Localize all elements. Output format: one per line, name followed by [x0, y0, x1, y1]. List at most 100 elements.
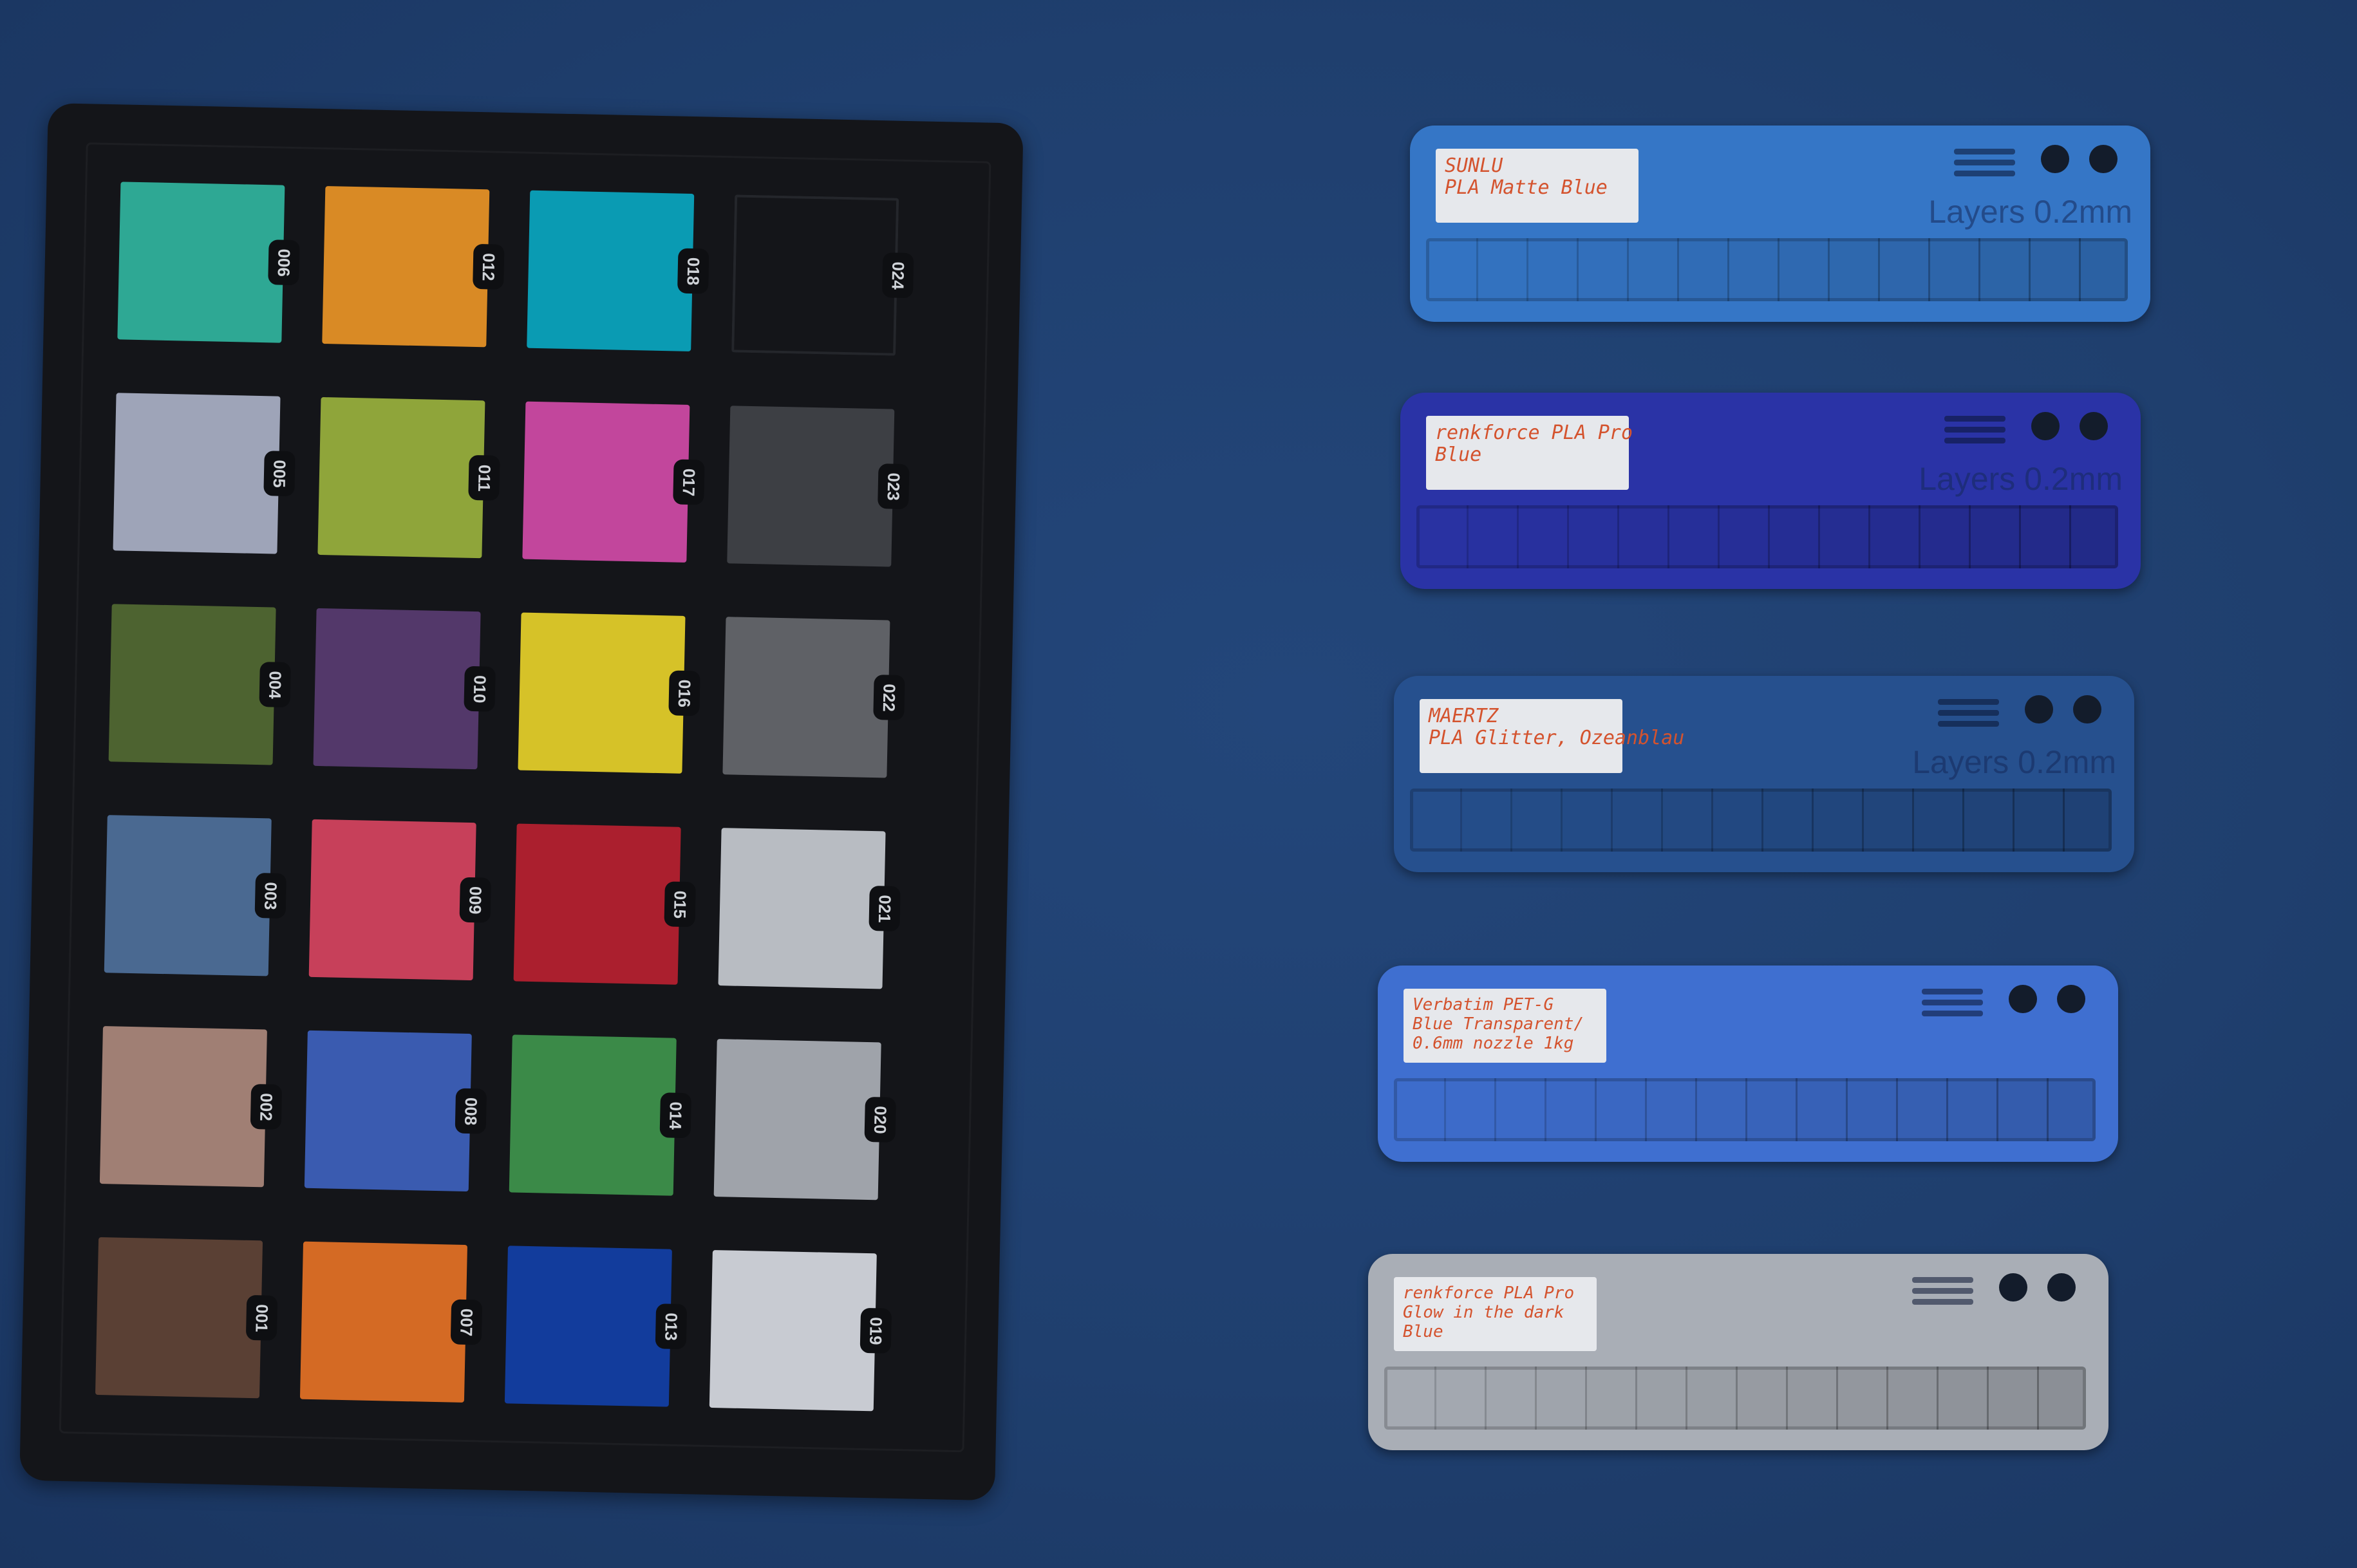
- patch-number-label: 017: [673, 459, 705, 505]
- color-patch: [504, 1246, 672, 1407]
- color-patch: [108, 604, 276, 765]
- vent-slot: [1912, 1299, 1973, 1305]
- patch-number-label: 007: [450, 1299, 483, 1345]
- patch-number-text: 013: [661, 1312, 682, 1341]
- vent-slot: [1922, 1000, 1983, 1005]
- patch-number-text: 009: [465, 886, 486, 915]
- patch-number-label: 016: [668, 670, 700, 716]
- mounting-hole: [2073, 695, 2101, 723]
- color-patch: [509, 1034, 677, 1196]
- patch-number-label: 022: [873, 675, 905, 721]
- vent-slot: [1944, 416, 2005, 422]
- patch-number-text: 010: [470, 675, 491, 704]
- patch-number-text: 020: [870, 1105, 891, 1134]
- patch-number-label: 014: [659, 1092, 692, 1139]
- thickness-step-strip: [1384, 1367, 2086, 1430]
- label-line: Blue: [1403, 1322, 1443, 1341]
- thickness-step: [1677, 238, 1729, 301]
- filament-sample-card: Verbatim PET-G Blue Transparent/0.6mm noz…: [1378, 966, 2118, 1162]
- color-patch: [304, 1030, 472, 1192]
- photo-scene: 006 012 018 024 005 011 017 023 004 010 016 022 003 0…: [0, 0, 2357, 1568]
- patch-number-label: 010: [464, 666, 496, 712]
- mounting-hole: [2057, 985, 2085, 1013]
- thickness-step: [1886, 1367, 1939, 1430]
- vent-slot: [1922, 1011, 1983, 1016]
- patch-number-label: 008: [455, 1088, 487, 1134]
- color-patch: [317, 397, 485, 559]
- handwritten-label: renkforce PLA Pro Blue: [1426, 416, 1633, 490]
- patch-number-text: 004: [265, 670, 286, 699]
- color-patch: [313, 608, 481, 770]
- color-patch: [99, 1026, 267, 1188]
- patch-number-text: 005: [270, 459, 290, 488]
- mounting-hole: [2041, 145, 2069, 173]
- thickness-step: [1919, 505, 1971, 568]
- mounting-hole: [2080, 412, 2108, 440]
- color-patch: [722, 617, 890, 778]
- color-patch: [522, 401, 690, 563]
- color-patch: [104, 815, 272, 976]
- thickness-step: [1416, 505, 1469, 568]
- thickness-step: [1736, 1367, 1788, 1430]
- thickness-step: [2037, 1367, 2086, 1430]
- label-line: Verbatim PET-G: [1413, 995, 1554, 1014]
- thickness-step: [1996, 1078, 2049, 1141]
- patch-number-text: 007: [456, 1308, 477, 1337]
- thickness-step: [1846, 1078, 1898, 1141]
- thickness-step: [1467, 505, 1519, 568]
- patch-number-label: 001: [245, 1294, 278, 1341]
- thickness-step: [1661, 789, 1713, 852]
- thickness-step: [1494, 1078, 1546, 1141]
- vent-slot: [1944, 427, 2005, 433]
- thickness-step: [1786, 1367, 1838, 1430]
- color-patch: [709, 1250, 877, 1412]
- thickness-step: [2029, 238, 2081, 301]
- thickness-step: [1711, 789, 1763, 852]
- thickness-step: [1595, 1078, 1647, 1141]
- color-patch: [527, 190, 695, 351]
- thickness-step: [1928, 238, 1980, 301]
- color-checker-card: 006 012 018 024 005 011 017 023 004 010 016 022 003 0…: [19, 103, 1024, 1501]
- filament-sample-card: renkforce PLA Pro Glow in the dark Blue: [1368, 1254, 2108, 1450]
- patch-number-text: 008: [461, 1097, 482, 1126]
- vent-slot: [1912, 1277, 1973, 1283]
- mounting-hole: [2089, 145, 2118, 173]
- patch-number-label: 011: [468, 454, 500, 501]
- thickness-step: [1969, 505, 2021, 568]
- color-patch: [727, 406, 895, 567]
- patch-number-label: 015: [664, 881, 696, 928]
- mounting-hole: [2047, 1273, 2076, 1302]
- patch-number-text: 014: [666, 1101, 686, 1130]
- thickness-step: [1937, 1367, 1989, 1430]
- thickness-step-strip: [1394, 1078, 2096, 1141]
- vent-slot: [1954, 171, 2015, 176]
- thickness-step: [1812, 789, 1864, 852]
- filament-sample-card: SUNLU PLA Matte Blue Layers 0.2mm: [1410, 126, 2150, 322]
- filament-sample-card: renkforce PLA Pro Blue Layers 0.2mm: [1400, 393, 2141, 589]
- patch-number-text: 023: [883, 472, 904, 501]
- mounting-hole: [1999, 1273, 2027, 1302]
- thickness-step: [2013, 789, 2065, 852]
- patch-number-text: 011: [474, 464, 494, 492]
- thickness-step: [1868, 505, 1920, 568]
- label-line: SUNLU: [1445, 154, 1503, 177]
- handwritten-label: Verbatim PET-G Blue Transparent/0.6mm noz…: [1404, 989, 1606, 1063]
- thickness-step: [1384, 1367, 1436, 1430]
- thickness-step: [1510, 789, 1563, 852]
- thickness-step: [1627, 238, 1679, 301]
- thickness-step: [1896, 1078, 1948, 1141]
- thickness-step: [1718, 505, 1770, 568]
- thickness-step: [1617, 505, 1669, 568]
- patch-number-label: 020: [864, 1096, 896, 1143]
- thickness-step: [1645, 1078, 1697, 1141]
- thickness-step: [1878, 238, 1930, 301]
- thickness-step-strip: [1426, 238, 2128, 301]
- thickness-step: [1394, 1078, 1446, 1141]
- label-line: Glow in the dark: [1403, 1303, 1564, 1322]
- color-patch: [718, 828, 886, 989]
- thickness-step: [1912, 789, 1964, 852]
- patch-number-label: 024: [881, 252, 914, 299]
- label-line: Blue Transparent/: [1413, 1014, 1584, 1034]
- patch-number-text: 018: [683, 257, 704, 286]
- thickness-step: [1517, 505, 1569, 568]
